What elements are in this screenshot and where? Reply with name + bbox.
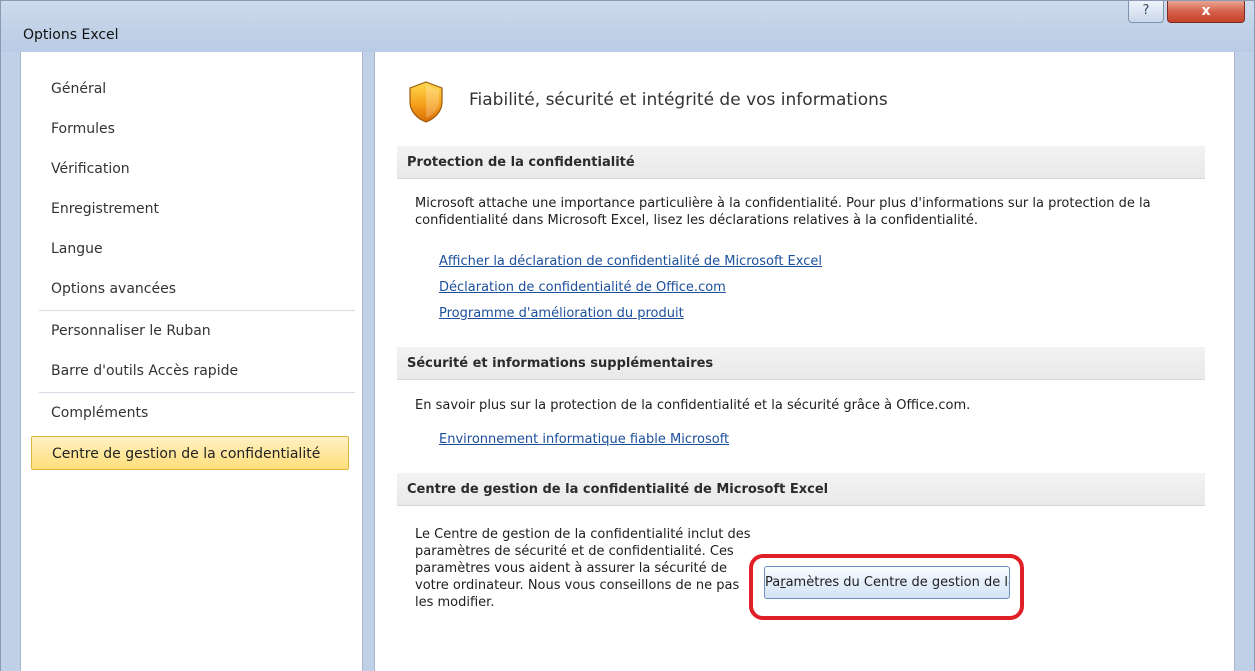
section-text-protection: Microsoft attache une importance particu…: [415, 196, 1151, 228]
sidebar: Général Formules Vérification Enregistre…: [20, 52, 363, 671]
sidebar-item-enregistrement[interactable]: Enregistrement: [31, 192, 349, 226]
window-title: Options Excel: [23, 27, 119, 43]
title-bar: Options Excel ? x: [0, 0, 1255, 52]
section-header-centre: Centre de gestion de la confidentialité …: [397, 473, 1205, 506]
help-button[interactable]: ?: [1128, 1, 1164, 23]
button-label-suffix: amètres du Centre de gestion de la confi…: [785, 575, 1009, 590]
pane-divider: [363, 52, 374, 671]
section-text-centre: Le Centre de gestion de la confidentiali…: [415, 527, 751, 610]
sidebar-item-formules[interactable]: Formules: [31, 112, 349, 146]
link-declaration-office[interactable]: Déclaration de confidentialité de Office…: [439, 280, 726, 295]
sidebar-item-general[interactable]: Général: [31, 72, 349, 106]
link-environnement-fiable[interactable]: Environnement informatique fiable Micros…: [439, 432, 729, 447]
sidebar-item-verification[interactable]: Vérification: [31, 152, 349, 186]
window-frame-left: [0, 52, 20, 671]
link-programme-amelioration[interactable]: Programme d'amélioration du produit: [439, 306, 684, 321]
sidebar-item-personnaliser-ruban[interactable]: Personnaliser le Ruban: [31, 314, 349, 348]
sidebar-item-langue[interactable]: Langue: [31, 232, 349, 266]
button-label-prefix: Pa: [765, 575, 781, 590]
shield-icon: [409, 81, 443, 123]
close-button[interactable]: x: [1167, 1, 1245, 23]
trust-center-settings-button[interactable]: Paramètres du Centre de gestion de la co…: [764, 566, 1010, 599]
sidebar-item-complements[interactable]: Compléments: [31, 396, 349, 430]
main-panel: Fiabilité, sécurité et intégrité de vos …: [374, 52, 1235, 671]
sidebar-divider: [39, 310, 355, 311]
sidebar-divider: [39, 392, 355, 393]
page-title: Fiabilité, sécurité et intégrité de vos …: [469, 90, 888, 110]
sidebar-item-barre-acces-rapide[interactable]: Barre d'outils Accès rapide: [31, 354, 349, 388]
sidebar-item-centre-confidentialite[interactable]: Centre de gestion de la confidentialité: [31, 436, 349, 470]
link-declaration-excel[interactable]: Afficher la déclaration de confidentiali…: [439, 254, 822, 269]
section-header-protection: Protection de la confidentialité: [397, 146, 1205, 179]
section-text-securite: En savoir plus sur la protection de la c…: [415, 398, 971, 413]
sidebar-item-options-avancees[interactable]: Options avancées: [31, 272, 349, 306]
window-frame-right: [1235, 52, 1255, 671]
section-header-securite: Sécurité et informations supplémentaires: [397, 347, 1205, 380]
